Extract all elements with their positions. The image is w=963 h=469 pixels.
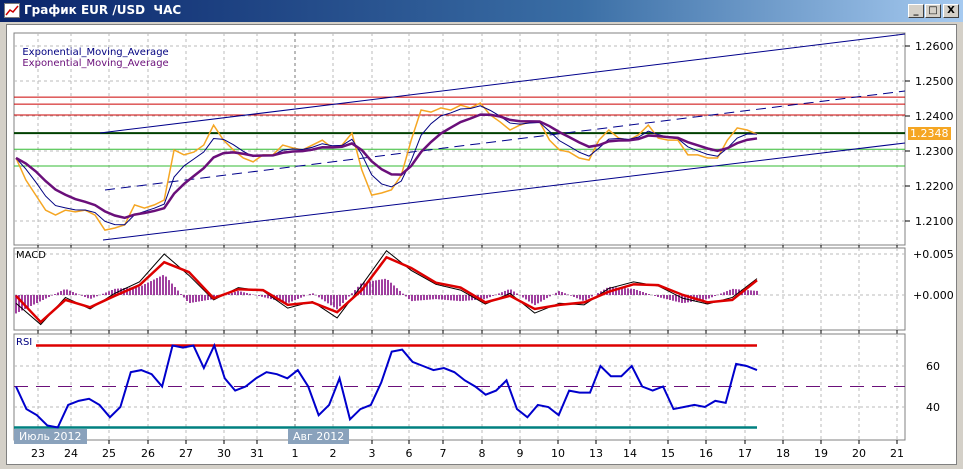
- date-tick-label: 6: [405, 447, 413, 460]
- date-tick-label: 1: [291, 447, 299, 460]
- date-tick-label: 26: [141, 447, 155, 460]
- current-price-label: 1.2348: [908, 127, 951, 140]
- month-label-august: Авг 2012: [288, 429, 350, 444]
- legend-ema-slow: Exponential_Moving_Average: [22, 58, 169, 69]
- date-tick-label: 19: [814, 447, 828, 460]
- date-tick-label: 17: [738, 447, 752, 460]
- date-tick-label: 8: [478, 447, 486, 460]
- date-tick-label: 2: [329, 447, 337, 460]
- price-tick: 1.2100: [915, 215, 954, 228]
- date-tick-label: 23: [31, 447, 45, 460]
- date-tick-label: 3: [368, 447, 376, 460]
- date-tick-label: 20: [852, 447, 866, 460]
- date-tick-label: 14: [623, 447, 637, 460]
- price-tick: 1.2200: [915, 180, 954, 193]
- date-tick-label: 15: [661, 447, 675, 460]
- rsi-tick: 60: [926, 360, 940, 373]
- date-tick-label: 25: [102, 447, 116, 460]
- price-tick: 1.2300: [915, 145, 954, 158]
- date-tick-label: 21: [890, 447, 904, 460]
- legend: Exponential_Moving_Average Exponential_M…: [16, 36, 169, 69]
- date-tick-label: 27: [179, 447, 193, 460]
- date-tick-label: 13: [589, 447, 603, 460]
- month-label-july: Июль 2012: [14, 429, 87, 444]
- price-tick: 1.2600: [915, 40, 954, 53]
- date-tick-label: 31: [250, 447, 264, 460]
- date-tick-label: 16: [699, 447, 713, 460]
- date-tick-label: 7: [439, 447, 447, 460]
- date-tick-label: 30: [217, 447, 231, 460]
- date-tick-label: 9: [516, 447, 524, 460]
- macd-title: MACD: [16, 250, 46, 261]
- macd-tick: +0.005: [913, 248, 954, 261]
- date-tick-label: 18: [776, 447, 790, 460]
- price-tick: 1.2500: [915, 75, 954, 88]
- rsi-title: RSI: [16, 337, 33, 348]
- price-tick: 1.2400: [915, 110, 954, 123]
- rsi-tick: 40: [926, 401, 940, 414]
- date-tick-label: 24: [64, 447, 78, 460]
- legend-ema-fast: Exponential_Moving_Average: [22, 47, 169, 58]
- chart-canvas[interactable]: [0, 0, 963, 469]
- date-tick-label: 10: [551, 447, 565, 460]
- macd-tick: +0.000: [913, 289, 954, 302]
